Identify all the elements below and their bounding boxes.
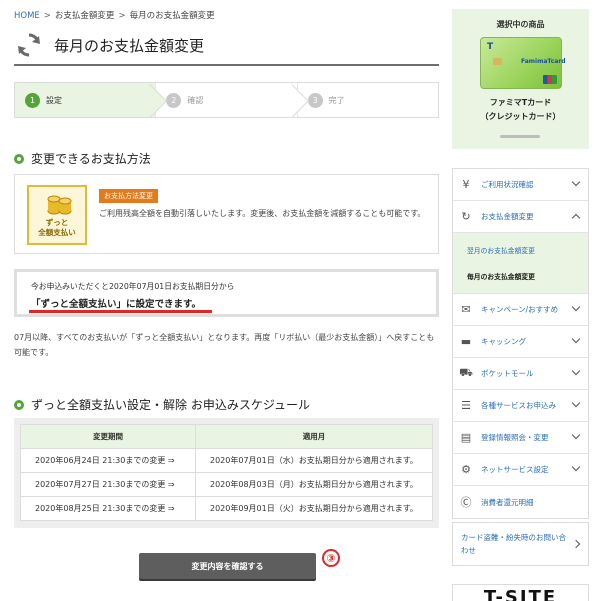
- schedule-table: 変更期間 適用月 2020年06月24日 21:30までの変更 ⇒ 2020年0…: [20, 424, 433, 521]
- sidebar-subitem-monthly[interactable]: 毎月のお支払金額変更: [453, 263, 588, 289]
- method-change-tag: お支払方法変更: [99, 189, 158, 203]
- chevron-down-icon: [571, 366, 581, 376]
- tsite-banner[interactable]: T-SITE: [452, 584, 589, 601]
- card-icon: ▬: [460, 335, 472, 348]
- sidebar-item-campaign[interactable]: ✉ キャンペーン/おすすめ: [453, 294, 588, 326]
- chevron-down-icon: [571, 398, 581, 408]
- table-header-row: 変更期間 適用月: [20, 424, 433, 449]
- refresh-cycle-icon: [18, 33, 40, 57]
- confirm-changes-button[interactable]: 変更内容を確認する: [139, 553, 316, 579]
- bullet-circle-icon: [14, 399, 24, 410]
- info-note: 07月以降、すべてのお支払いが「ずっと全額支払い」となります。再度「リボ払い（最…: [14, 333, 435, 357]
- coins-icon: [47, 195, 72, 215]
- sidebar-submenu: 翌月のお支払金額変更 毎月のお支払金額変更: [453, 233, 588, 294]
- chevron-down-icon: [571, 430, 581, 440]
- step-number: 1: [25, 92, 40, 108]
- sidebar-item-services[interactable]: ☰ 各種サービスお申込み: [453, 390, 588, 422]
- chevron-down-icon: [571, 462, 581, 472]
- sidebar-item-point-mall[interactable]: ⛟ ポケットモール: [453, 358, 588, 390]
- full-payment-badge: ずっと 全額支払い: [27, 185, 87, 245]
- sidebar-item-payment-change[interactable]: ↻ お支払金額変更: [453, 201, 588, 233]
- step-label: 設定: [46, 95, 62, 105]
- table-row: 2020年06月24日 21:30までの変更 ⇒ 2020年07月01日（水）お…: [20, 448, 433, 473]
- breadcrumb-payment-change-link[interactable]: お支払金額変更: [55, 11, 115, 21]
- breadcrumb: HOME > お支払金額変更 > 毎月のお支払金額変更: [14, 11, 215, 21]
- table-cell: 2020年09月01日（火）お支払期日分から適用されます。: [195, 496, 433, 521]
- step-settings: 1 設定: [15, 83, 168, 118]
- yen-icon: ¥: [462, 178, 470, 191]
- step-label: 確認: [187, 95, 204, 105]
- c-circle-icon: Ⓒ: [460, 496, 472, 509]
- card-chip-icon: [493, 58, 502, 65]
- sidebar-item-usage[interactable]: ¥ ご利用状況確認: [453, 169, 588, 201]
- megaphone-icon: ✉: [461, 303, 471, 316]
- breadcrumb-home-link[interactable]: HOME: [14, 11, 40, 21]
- table-cell: 2020年08月03日（月）お支払期日分から適用されます。: [195, 472, 433, 497]
- sidebar-menu: ¥ ご利用状況確認 ↻ お支払金額変更 翌月のお支払金額変更 毎月のお支払金額変…: [452, 168, 589, 519]
- card-brand-text: FamimaTcard: [521, 58, 566, 65]
- bullet-circle-icon: [14, 153, 24, 164]
- red-underline: [29, 310, 212, 313]
- table-row: 2020年07月27日 21:30までの変更 ⇒ 2020年08月03日（月）お…: [20, 472, 433, 497]
- chevron-up-icon: [571, 213, 581, 223]
- document-icon: ▤: [460, 431, 472, 444]
- selected-product-panel: 選択中の商品 T FamimaTcard ファミマTカード （クレジットカード）: [452, 9, 589, 149]
- payment-method-card: ずっと 全額支払い お支払方法変更 ご利用残高全額を自動引落しいたします。変更後…: [14, 174, 439, 254]
- cart-icon: ⛟: [459, 366, 473, 379]
- table-cell: 2020年07月01日（水）お支払期日分から適用されます。: [195, 448, 433, 473]
- table-cell: 2020年08月25日 21:30までの変更 ⇒: [20, 496, 196, 521]
- chevron-down-icon: [571, 302, 581, 312]
- sidebar-item-net-service[interactable]: ⚙ ネットサービス設定: [453, 454, 588, 486]
- step-number: 3: [307, 92, 323, 108]
- section-heading-schedule: ずっと全額支払い設定・解除 お申込みスケジュール: [14, 396, 310, 413]
- chevron-right-icon: [571, 539, 581, 549]
- card-name: ファミマTカード: [489, 98, 552, 107]
- card-number-masked: [500, 135, 540, 138]
- notice-line1: 今お申込みいただくと2020年07月01日お支払期日分から: [31, 282, 235, 291]
- sidebar-subitem-next-month[interactable]: 翌月のお支払金額変更: [453, 237, 588, 263]
- selected-product-heading: 選択中の商品: [496, 20, 545, 29]
- column-header: 適用月: [195, 424, 433, 449]
- step-confirm: 2 確認: [155, 83, 309, 118]
- notice-line2: 「ずっと全額支払い」に設定できます。: [31, 299, 202, 310]
- refresh-icon: ↻: [461, 210, 471, 223]
- table-row: 2020年08月25日 21:30までの変更 ⇒ 2020年09月01日（火）お…: [20, 496, 433, 521]
- chevron-down-icon: [571, 334, 581, 344]
- table-cell: 2020年07月27日 21:30までの変更 ⇒: [20, 472, 196, 497]
- sidebar-item-cashing[interactable]: ▬ キャッシング: [453, 326, 588, 358]
- progress-stepper: 1 設定 2 確認 3 完了: [14, 82, 439, 118]
- notice-box: 今お申込みいただくと2020年07月01日お支払期日分から 「ずっと全額支払い」…: [14, 269, 439, 317]
- table-cell: 2020年06月24日 21:30までの変更 ⇒: [20, 448, 196, 473]
- card-type: （クレジットカード）: [480, 112, 561, 121]
- t-logo-icon: T: [487, 42, 494, 52]
- column-header: 変更期間: [20, 424, 196, 449]
- step-number: 2: [166, 92, 182, 108]
- method-description: ご利用残高全額を自動引落しいたします。変更後、お支払金額を減額することも可能です…: [99, 209, 426, 218]
- page-header: 毎月のお支払金額変更: [14, 28, 439, 66]
- chevron-down-icon: [571, 177, 581, 187]
- sidebar-item-registration[interactable]: ▤ 登録情報照会・変更: [453, 422, 588, 454]
- list-icon: ☰: [461, 399, 471, 412]
- gear-icon: ⚙: [461, 463, 471, 476]
- step-label: 完了: [328, 95, 345, 105]
- sidebar-item-consumer[interactable]: Ⓒ 消費者還元明細: [453, 486, 588, 518]
- step-complete: 3 完了: [296, 83, 438, 117]
- section-heading-methods: 変更できるお支払方法: [14, 150, 151, 167]
- help-theft-loss-link[interactable]: カード盗難・紛失時のお問い合わせ: [452, 522, 589, 566]
- page-title: 毎月のお支払金額変更: [54, 37, 205, 55]
- credit-card-image: T FamimaTcard: [480, 37, 566, 89]
- jcb-logo-icon: [543, 75, 557, 84]
- breadcrumb-current: 毎月のお支払金額変更: [129, 11, 215, 21]
- schedule-table-wrapper: 変更期間 適用月 2020年06月24日 21:30までの変更 ⇒ 2020年0…: [14, 418, 439, 528]
- annotation-3: ③: [322, 549, 340, 567]
